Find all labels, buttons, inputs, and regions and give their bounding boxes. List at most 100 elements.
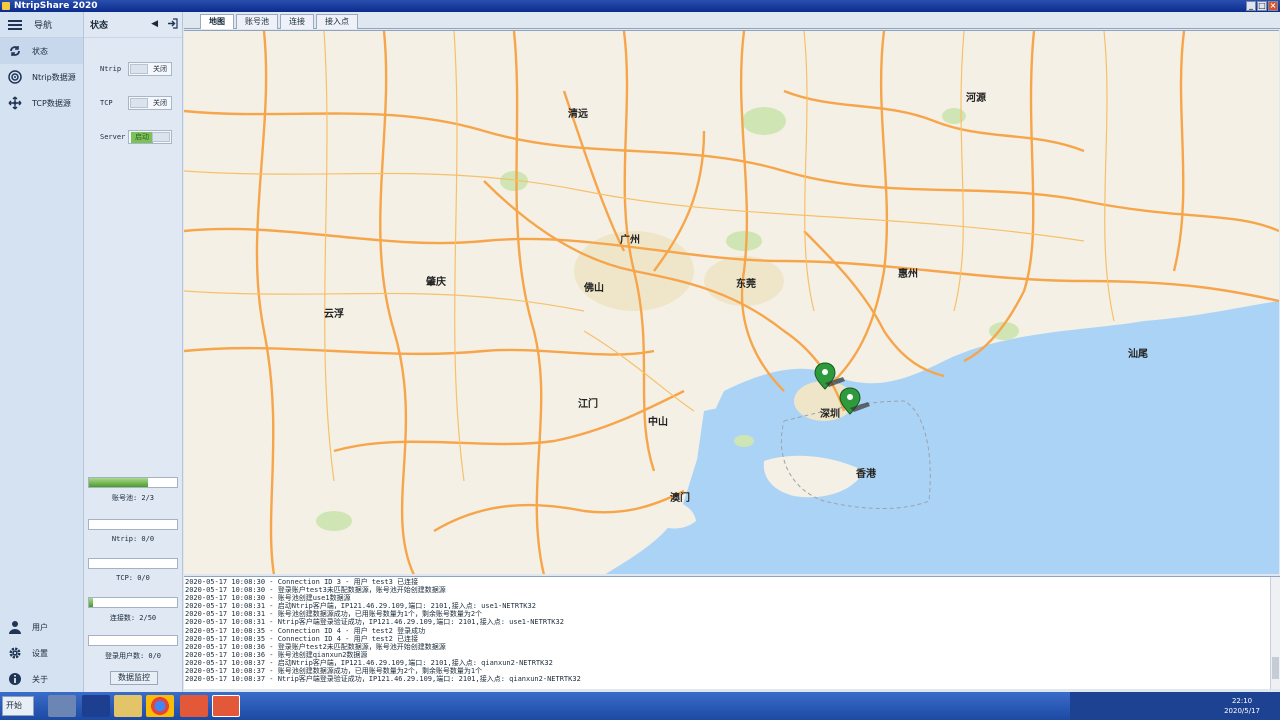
tcp-toggle[interactable]: 关闭 xyxy=(128,96,172,110)
toggle-state-text: 关闭 xyxy=(153,65,167,73)
toggle-state-text: 关闭 xyxy=(153,99,167,107)
server-toggle-row: Server 启动 xyxy=(84,130,183,146)
progress-fill xyxy=(89,478,148,487)
hamburger-icon xyxy=(8,19,22,30)
nav-item-users[interactable]: 用户 xyxy=(0,614,84,640)
log-panel[interactable]: 2020-05-17 10:08:30 - Connection ID 3 - … xyxy=(184,576,1280,689)
park-area xyxy=(734,435,754,447)
nav-item-label: 状态 xyxy=(32,46,48,56)
main-tabs: 地图 账号池 连接 接入点 xyxy=(184,12,1280,29)
tab-account-pool[interactable]: 账号池 xyxy=(236,14,278,29)
map-view[interactable]: 清远 广州 佛山 肇庆 东莞 惠州 河源 云浮 江门 中山 深圳 香港 澳门 汕… xyxy=(184,30,1279,574)
taskbar: 开始 22:10 2020/5/17 xyxy=(0,692,1280,720)
log-line: 2020-05-17 10:08:31 - Ntrip客户端登录验证成功，IP1… xyxy=(185,618,564,627)
city-label: 东莞 xyxy=(736,277,756,290)
status-panel-title: 状态 xyxy=(90,21,109,31)
nav-header[interactable]: 导航 xyxy=(0,12,83,38)
log-line: 2020-05-17 10:08:35 - Connection ID 4 - … xyxy=(185,626,426,635)
log-line: 2020-05-17 10:08:36 - 账号池创建qianxun2数据源 xyxy=(185,650,368,659)
city-label: 佛山 xyxy=(583,281,604,294)
meter-label: 账号池: 2/3 xyxy=(111,494,155,502)
server-toggle[interactable]: 启动 xyxy=(128,130,172,144)
tcp-toggle-row: TCP 关闭 xyxy=(84,96,183,112)
tab-map[interactable]: 地图 xyxy=(200,14,234,29)
ntrip-toggle-label: Ntrip xyxy=(100,65,122,73)
city-label: 惠州 xyxy=(898,267,918,280)
connection-meter: 连接数: 2/50 xyxy=(88,597,178,623)
nav-bottom-group: 用户 设置 关于 xyxy=(0,614,84,692)
close-button[interactable]: × xyxy=(1268,1,1278,11)
folder-icon[interactable] xyxy=(114,695,142,717)
city-label: 深圳 xyxy=(820,407,840,420)
tab-mountpoints[interactable]: 接入点 xyxy=(316,14,358,29)
log-line: 2020-05-17 10:08:35 - Connection ID 4 - … xyxy=(185,634,419,643)
meter-label: TCP: 0/0 xyxy=(116,574,150,582)
start-button[interactable]: 开始 xyxy=(2,696,34,716)
log-scrollbar[interactable] xyxy=(1270,577,1280,689)
clock-time: 22:10 xyxy=(1231,697,1253,705)
park-area xyxy=(942,108,966,124)
park-area xyxy=(726,231,762,251)
nav-item-settings[interactable]: 设置 xyxy=(0,640,84,666)
chrome-icon[interactable] xyxy=(146,695,174,717)
clock-date: 2020/5/17 xyxy=(1224,707,1260,715)
city-label: 清远 xyxy=(568,107,588,120)
city-label: 江门 xyxy=(578,397,598,410)
city-label: 广州 xyxy=(620,233,640,246)
ntrip-toggle[interactable]: 关闭 xyxy=(128,62,172,76)
server-toggle-label: Server xyxy=(100,133,126,141)
nav-item-label: TCP数据源 xyxy=(32,98,71,108)
ntripshare-taskbar-icon[interactable] xyxy=(212,695,240,717)
nav-item-label: Ntrip数据源 xyxy=(32,72,76,82)
target-icon xyxy=(8,70,22,84)
tab-connections[interactable]: 连接 xyxy=(280,14,314,29)
system-tray: 22:10 2020/5/17 xyxy=(1070,692,1280,720)
status-panel-header: 状态 ◀ xyxy=(84,12,182,38)
progress-bar xyxy=(88,477,178,488)
park-area xyxy=(742,107,786,135)
progress-bar xyxy=(88,635,178,646)
progress-fill xyxy=(89,598,93,607)
server-manager-icon[interactable] xyxy=(48,695,76,717)
tcp-toggle-label: TCP xyxy=(100,99,113,107)
log-line: 2020-05-17 10:08:37 - Ntrip客户端登录验证成功，IP1… xyxy=(185,675,581,684)
city-label: 汕尾 xyxy=(1128,347,1148,360)
ntrip-meter: Ntrip: 0/0 xyxy=(88,519,178,543)
log-line: 2020-05-17 10:08:37 - 启动Ntrip客户端，IP121.4… xyxy=(185,658,553,667)
minimize-button[interactable]: _ xyxy=(1246,1,1256,11)
login-user-meter: 登录用户数: 0/0 xyxy=(88,635,178,661)
city-label: 澳门 xyxy=(670,491,690,504)
maximize-button[interactable]: □ xyxy=(1257,1,1267,11)
nav-item-about[interactable]: 关于 xyxy=(0,666,84,692)
clock[interactable]: 22:10 2020/5/17 xyxy=(1224,696,1260,716)
log-line: 2020-05-17 10:08:30 - Connection ID 3 - … xyxy=(185,578,419,586)
tcp-meter: TCP: 0/0 xyxy=(88,558,178,582)
powershell-icon[interactable] xyxy=(82,695,110,717)
status-panel: 状态 ◀ Ntrip 关闭 TCP 关闭 Server 启动 账号池: 2/3 … xyxy=(84,12,183,692)
exit-icon[interactable] xyxy=(167,18,178,29)
app-arrow-icon[interactable] xyxy=(180,695,208,717)
nav-item-label: 关于 xyxy=(32,674,48,684)
log-line: 2020-05-17 10:08:30 - 登录账户test3未匹配数据源，账号… xyxy=(185,586,446,595)
collapse-arrow-icon[interactable]: ◀ xyxy=(151,19,158,29)
nav-sidebar: 导航 状态 Ntrip数据源 TCP数据源 用户 设置 关于 xyxy=(0,12,84,692)
progress-bar xyxy=(88,558,178,569)
gear-icon xyxy=(9,647,21,659)
window-titlebar: NtripShare 2020 _ □ × xyxy=(0,0,1280,12)
nav-item-status[interactable]: 状态 xyxy=(0,38,83,64)
meter-label: 连接数: 2/50 xyxy=(109,614,157,622)
ntrip-toggle-row: Ntrip 关闭 xyxy=(84,62,183,78)
refresh-icon xyxy=(10,46,20,56)
nav-header-label: 导航 xyxy=(34,21,53,31)
log-line: 2020-05-17 10:08:37 - 账号池创建数据源成功，已用账号数量为… xyxy=(185,667,483,676)
city-label: 河源 xyxy=(966,91,986,104)
app-icon xyxy=(2,2,10,10)
nav-item-tcp-source[interactable]: TCP数据源 xyxy=(0,90,83,116)
map-canvas: 清远 广州 佛山 肇庆 东莞 惠州 河源 云浮 江门 中山 深圳 香港 澳门 汕… xyxy=(184,31,1279,574)
window-title: NtripShare 2020 xyxy=(14,1,98,11)
meter-label: 登录用户数: 0/0 xyxy=(104,652,162,660)
nav-item-ntrip-source[interactable]: Ntrip数据源 xyxy=(0,64,83,90)
park-area xyxy=(316,511,352,531)
toggle-state-text: 启动 xyxy=(131,132,153,143)
data-monitor-button[interactable]: 数据监控 xyxy=(110,671,158,685)
